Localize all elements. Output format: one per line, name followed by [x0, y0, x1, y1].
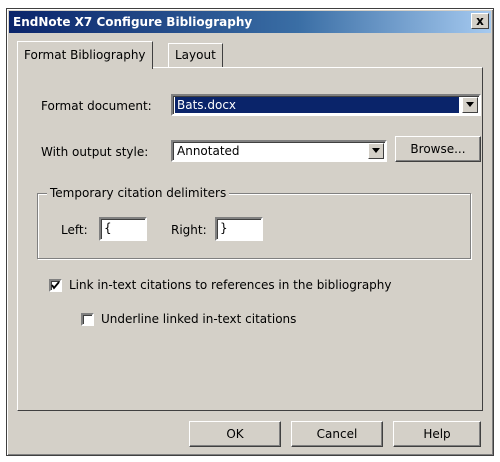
tab-format-bibliography[interactable]: Format Bibliography	[17, 41, 153, 69]
format-bibliography-panel	[17, 67, 483, 411]
help-button[interactable]: Help	[393, 421, 481, 447]
tab-layout[interactable]: Layout	[168, 43, 223, 67]
tab-label: Layout	[175, 48, 216, 62]
ok-button[interactable]: OK	[189, 421, 281, 447]
close-icon: x	[476, 14, 484, 28]
configure-bibliography-dialog: EndNote X7 Configure Bibliography x Form…	[6, 8, 494, 456]
tab-label: Format Bibliography	[24, 48, 146, 62]
close-button[interactable]: x	[471, 13, 489, 29]
cancel-button[interactable]: Cancel	[291, 421, 383, 447]
title-bar[interactable]: EndNote X7 Configure Bibliography x	[9, 11, 491, 33]
dialog-title: EndNote X7 Configure Bibliography	[13, 15, 253, 29]
